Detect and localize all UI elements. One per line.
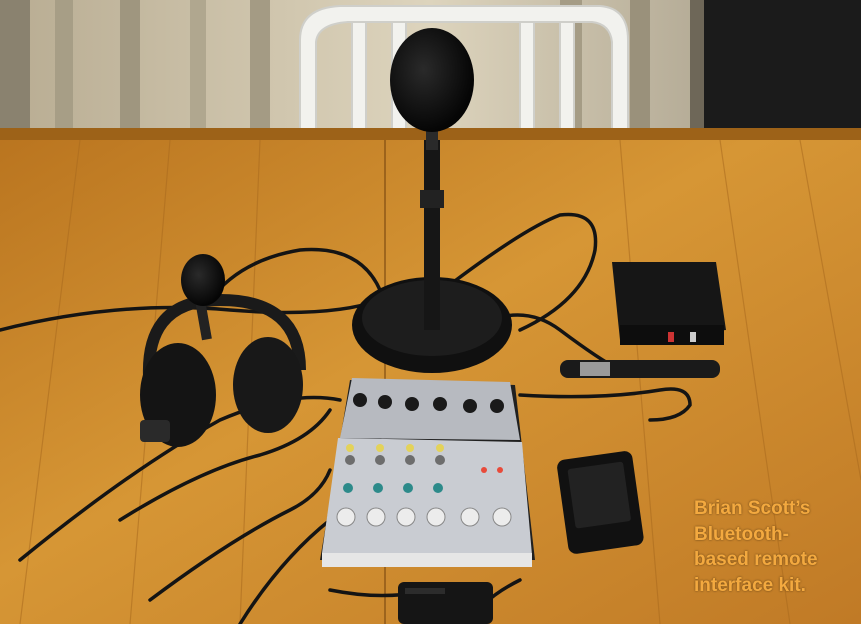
caption-line-4: interface kit. (694, 574, 806, 596)
caption-line-1: Brian Scott’s (694, 498, 811, 519)
power-adapter (398, 582, 493, 624)
photo: Brian Scott’s Bluetooth- based remote in… (0, 0, 861, 624)
caption-line-2: Bluetooth- (694, 523, 789, 545)
mobile-phone (557, 451, 644, 554)
photo-caption: Brian Scott’s Bluetooth- based remote in… (694, 496, 854, 598)
caption-line-3: based remote (694, 549, 818, 570)
audio-mixer (320, 378, 535, 567)
